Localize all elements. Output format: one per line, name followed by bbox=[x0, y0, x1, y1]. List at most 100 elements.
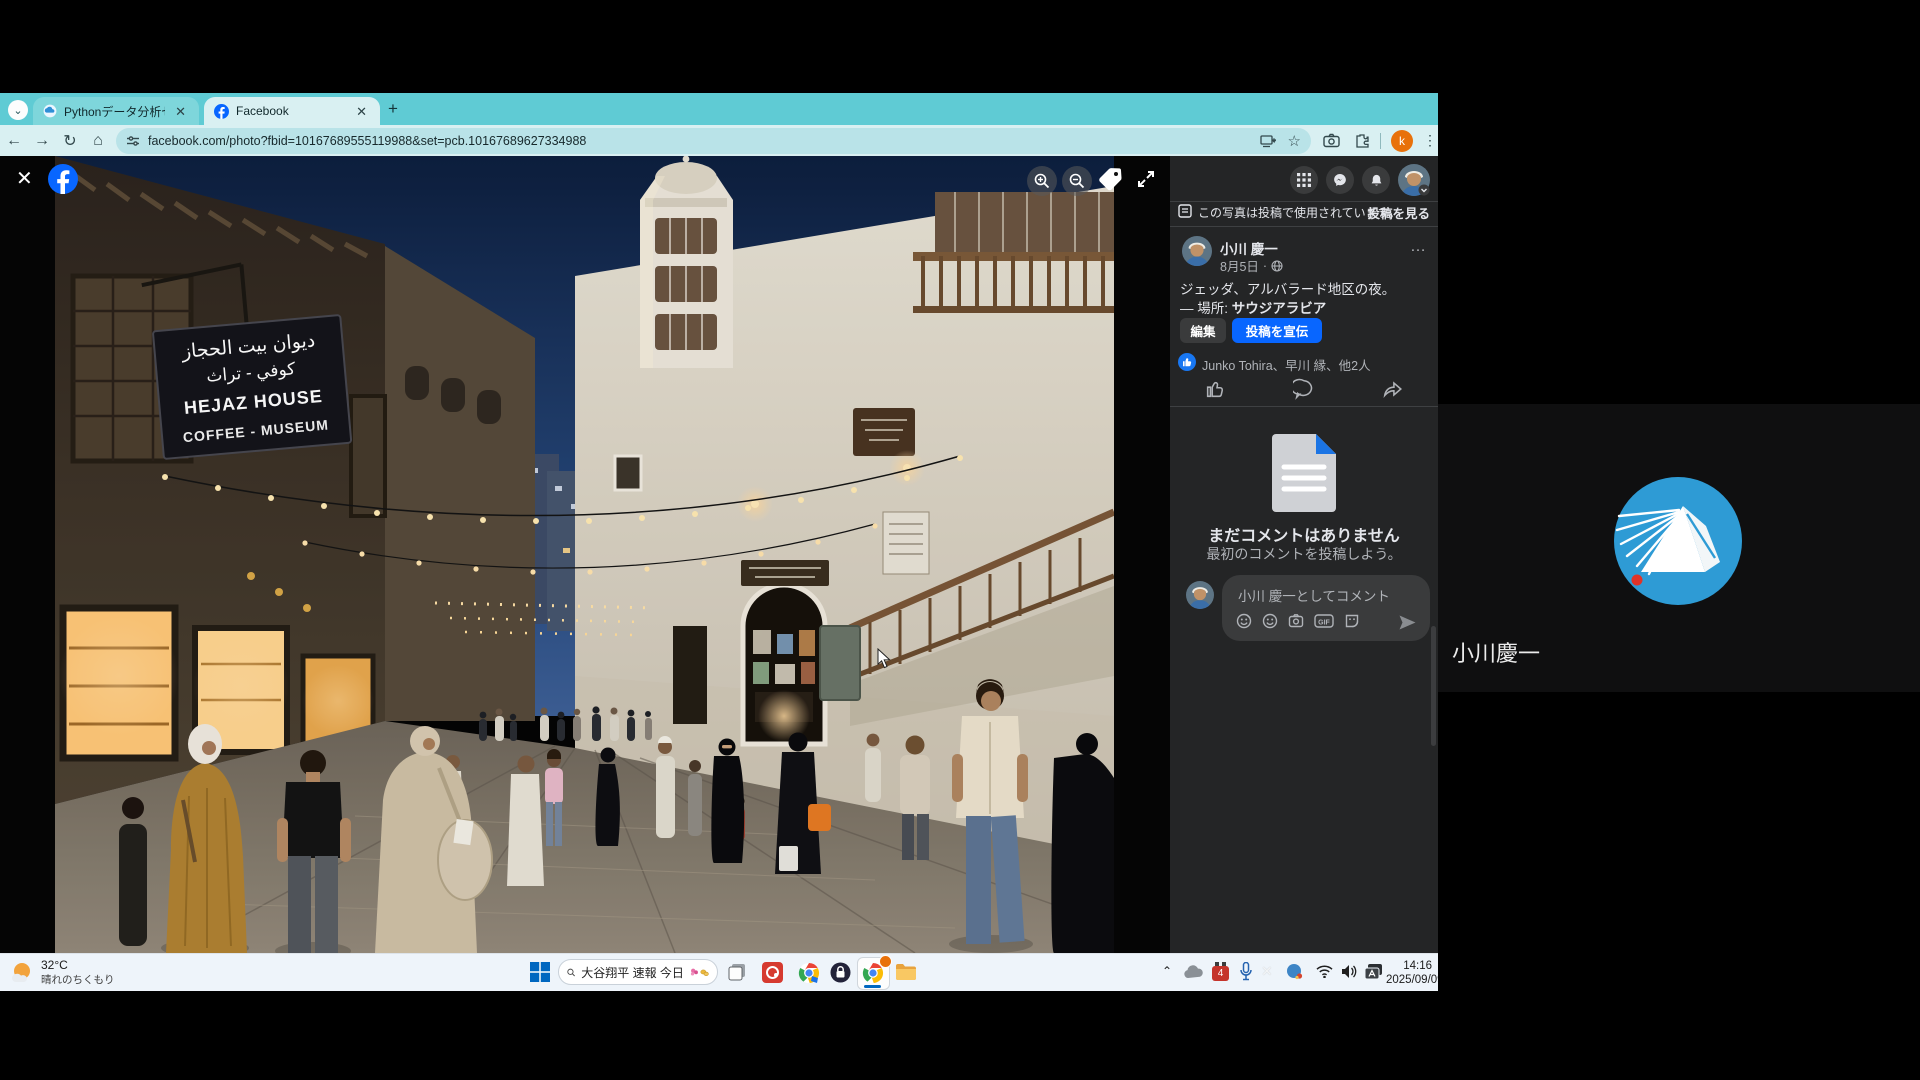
composer-avatar-image bbox=[1186, 581, 1214, 609]
edit-label: 編集 bbox=[1190, 321, 1215, 340]
toolbar-divider bbox=[1380, 133, 1381, 149]
back-icon[interactable]: ← bbox=[0, 132, 28, 150]
composer-avatar[interactable] bbox=[1186, 581, 1214, 609]
post-body-text: ジェッダ、アルバラード地区の夜。 bbox=[1180, 278, 1395, 298]
tray-blue-app-icon[interactable] bbox=[1286, 963, 1304, 981]
meta-separator: · bbox=[1263, 259, 1267, 273]
post-menu-kebab[interactable]: … bbox=[1410, 238, 1427, 256]
post-author-avatar[interactable] bbox=[1182, 236, 1212, 266]
notifications-button[interactable] bbox=[1362, 166, 1390, 194]
tray-expand-chevron[interactable]: ⌃ bbox=[1162, 964, 1172, 978]
weather-widget[interactable]: 32°C 晴れのちくもり bbox=[8, 958, 115, 987]
emoji-icon[interactable] bbox=[1262, 613, 1278, 629]
facebook-content: ديوان بيت الحجاز كوفي - تراث HEJAZ HOUSE… bbox=[0, 156, 1438, 953]
menu-kebab-icon[interactable]: ⋮ bbox=[1423, 132, 1437, 149]
apps-menu-button[interactable] bbox=[1290, 166, 1318, 194]
ime-icon[interactable] bbox=[1364, 963, 1383, 980]
messenger-button[interactable] bbox=[1326, 166, 1354, 194]
onedrive-cloud-icon[interactable] bbox=[1184, 965, 1204, 979]
browser-profile-avatar[interactable]: k bbox=[1391, 130, 1413, 152]
profile-menu-button[interactable] bbox=[1398, 164, 1430, 196]
header-divider bbox=[1170, 201, 1438, 202]
fullscreen-icon[interactable] bbox=[1135, 168, 1157, 190]
install-app-icon[interactable] bbox=[1260, 134, 1276, 148]
search-trend-text: 大谷翔平 速報 今日 bbox=[581, 964, 684, 981]
bookmark-star-icon[interactable]: ☆ bbox=[1288, 132, 1301, 150]
reload-icon[interactable]: ↻ bbox=[56, 131, 84, 151]
tray-x-icon[interactable]: ✕ bbox=[1261, 963, 1273, 980]
view-post-link[interactable]: 投稿を見る bbox=[1367, 203, 1430, 222]
messenger-icon bbox=[1332, 172, 1348, 188]
search-icon bbox=[567, 966, 575, 979]
post-meta: 8月5日 · bbox=[1220, 256, 1283, 275]
extensions-puzzle-icon[interactable] bbox=[1354, 133, 1370, 149]
tag-icon[interactable] bbox=[1096, 166, 1124, 194]
badge-count: 4 bbox=[1212, 966, 1229, 981]
user-avatar bbox=[1398, 164, 1430, 196]
mouse-cursor bbox=[877, 648, 892, 669]
clock-time: 14:16 bbox=[1386, 959, 1432, 973]
boost-label: 投稿を宣伝 bbox=[1246, 321, 1309, 340]
call-strip: 小川慶一 bbox=[1438, 0, 1920, 1080]
speaker-icon[interactable] bbox=[1341, 964, 1357, 979]
likes-text[interactable]: Junko Tohira、早川 縁、他2人 bbox=[1202, 355, 1371, 374]
comment-input[interactable]: 小川 慶一としてコメント GIF bbox=[1222, 575, 1430, 641]
post-date[interactable]: 8月5日 bbox=[1220, 256, 1259, 275]
post-author-name[interactable]: 小川 慶一 bbox=[1220, 238, 1278, 258]
site-settings-icon[interactable] bbox=[126, 134, 140, 148]
like-action-button[interactable] bbox=[1204, 378, 1226, 400]
taskbar-app-red[interactable] bbox=[762, 962, 783, 983]
zoom-out-icon bbox=[1069, 173, 1085, 189]
tab-search-button[interactable]: ⌄ bbox=[8, 100, 28, 120]
tab-close-icon[interactable]: ✕ bbox=[353, 104, 370, 119]
start-button[interactable] bbox=[530, 962, 550, 982]
facebook-logo[interactable] bbox=[48, 164, 78, 194]
participant-name: 小川慶一 bbox=[1452, 636, 1540, 668]
taskbar-clock[interactable]: 14:16 2025/09/09 bbox=[1386, 959, 1432, 988]
boost-post-button[interactable]: 投稿を宣伝 bbox=[1232, 318, 1322, 343]
new-tab-button[interactable]: + bbox=[388, 99, 398, 119]
forward-icon[interactable]: → bbox=[28, 132, 56, 150]
tray-update-badge[interactable]: 4 bbox=[1212, 962, 1230, 982]
weather-desc: 晴れのちくもり bbox=[41, 972, 115, 987]
task-view-button[interactable] bbox=[728, 963, 746, 981]
microphone-icon[interactable] bbox=[1240, 962, 1252, 981]
weather-icon bbox=[8, 960, 34, 986]
actions-divider bbox=[1170, 406, 1438, 407]
taskbar-search-box[interactable]: 大谷翔平 速報 今日 bbox=[558, 959, 718, 985]
camera-icon[interactable] bbox=[1323, 133, 1340, 148]
zoom-out-button[interactable] bbox=[1062, 166, 1092, 196]
location-name[interactable]: サウジアラビア bbox=[1232, 301, 1327, 316]
file-explorer-button[interactable] bbox=[895, 962, 917, 982]
screen: ⌄ Pythonデータ分析ゼミ本科生 ポー ✕ Facebook ✕ + ← →… bbox=[0, 0, 1920, 1080]
send-comment-icon[interactable] bbox=[1399, 615, 1416, 630]
taskbar-chrome-profile2[interactable] bbox=[798, 962, 820, 984]
address-bar[interactable]: facebook.com/photo?fbid=1016768955511998… bbox=[116, 128, 1311, 154]
tab-close-icon[interactable]: ✕ bbox=[172, 104, 189, 119]
tab-python-seminar[interactable]: Pythonデータ分析ゼミ本科生 ポー ✕ bbox=[33, 97, 199, 125]
notification-badge bbox=[879, 955, 892, 968]
post-location-line: — 場所: サウジアラビア bbox=[1180, 297, 1326, 317]
participant-tile[interactable]: 小川慶一 bbox=[1438, 404, 1920, 692]
no-comments-title: まだコメントはありません bbox=[1170, 522, 1438, 546]
comment-action-button[interactable] bbox=[1293, 378, 1315, 400]
sticker-icon[interactable] bbox=[1344, 613, 1360, 629]
wifi-icon[interactable] bbox=[1316, 965, 1333, 978]
edit-button[interactable]: 編集 bbox=[1180, 318, 1226, 343]
panel-scrollbar[interactable] bbox=[1431, 626, 1436, 746]
location-prefix: — 場所: bbox=[1180, 301, 1228, 316]
close-photo-icon[interactable]: ✕ bbox=[16, 166, 33, 191]
taskbar-lock-app[interactable] bbox=[830, 962, 851, 983]
home-icon[interactable]: ⌂ bbox=[84, 132, 112, 150]
zoom-in-button[interactable] bbox=[1027, 166, 1057, 196]
avatar-sticker-icon[interactable] bbox=[1236, 613, 1252, 629]
search-trend-emoji bbox=[690, 964, 709, 980]
cloud-favicon-icon bbox=[43, 104, 57, 118]
attach-photo-icon[interactable] bbox=[1288, 613, 1304, 629]
tab-title: Facebook bbox=[236, 104, 346, 118]
gif-icon[interactable]: GIF bbox=[1314, 613, 1334, 629]
photo-image[interactable]: ديوان بيت الحجاز كوفي - تراث HEJAZ HOUSE… bbox=[55, 156, 1114, 953]
tab-facebook[interactable]: Facebook ✕ bbox=[204, 97, 380, 125]
chrome-blue-icon bbox=[798, 962, 820, 984]
share-action-button[interactable] bbox=[1382, 378, 1404, 400]
